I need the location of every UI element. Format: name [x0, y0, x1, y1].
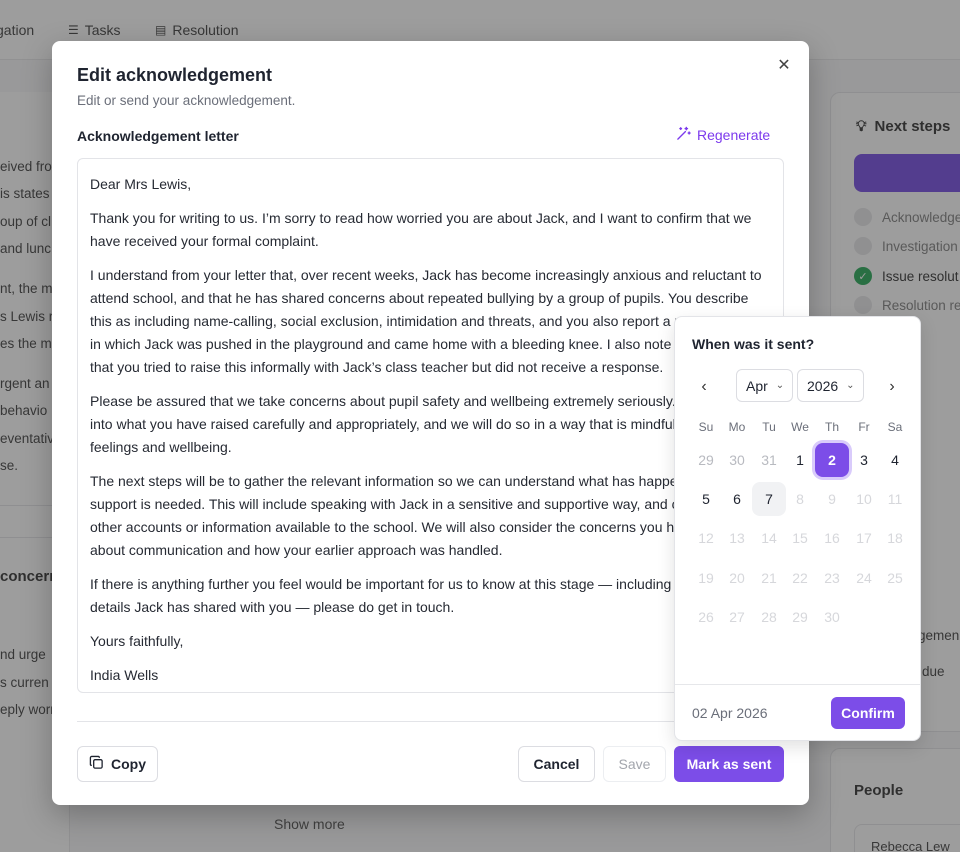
- close-button[interactable]: ✕: [774, 55, 794, 75]
- weekday-label: Su: [698, 420, 714, 434]
- letter-paragraph: India Wells: [90, 667, 159, 683]
- weekday-label: Th: [824, 420, 839, 434]
- confirm-button[interactable]: Confirm: [831, 697, 905, 729]
- divider: [675, 684, 920, 685]
- letter-paragraph: Thank you for writing to us. I’m sorry t…: [90, 210, 752, 249]
- day-cell: 26: [689, 600, 723, 634]
- day-cell[interactable]: 4: [878, 443, 912, 477]
- magic-wand-icon: [676, 126, 691, 144]
- day-cell: 16: [815, 521, 849, 555]
- selected-date-display: 02 Apr 2026: [692, 705, 768, 721]
- day-cell[interactable]: 7: [752, 482, 786, 516]
- day-cell: 17: [847, 521, 881, 555]
- day-cell: 10: [847, 482, 881, 516]
- day-cell: 29: [783, 600, 817, 634]
- dialog-subtitle: Edit or send your acknowledgement.: [77, 93, 296, 108]
- day-cell-selected[interactable]: 2: [815, 443, 849, 477]
- weekday-label: Fr: [858, 420, 870, 434]
- day-cell: 8: [783, 482, 817, 516]
- close-icon: ✕: [777, 57, 791, 74]
- day-cell: 28: [752, 600, 786, 634]
- letter-paragraph: Dear Mrs Lewis,: [90, 176, 192, 192]
- cancel-button[interactable]: Cancel: [518, 746, 595, 782]
- year-select[interactable]: 2026 ⌄: [797, 369, 864, 402]
- chevron-down-icon: ⌄: [846, 380, 855, 391]
- day-cell[interactable]: 31: [752, 443, 786, 477]
- weekday-label: Mo: [728, 420, 746, 434]
- previous-month-button[interactable]: ‹: [692, 375, 716, 399]
- weekday-label: Sa: [887, 420, 903, 434]
- day-cell: 24: [847, 561, 881, 595]
- letter-field-label: Acknowledgement letter: [77, 128, 239, 144]
- day-cell[interactable]: 5: [689, 482, 723, 516]
- day-cell[interactable]: 29: [689, 443, 723, 477]
- day-cell: 18: [878, 521, 912, 555]
- date-picker-title: When was it sent?: [692, 336, 815, 352]
- save-button[interactable]: Save: [603, 746, 666, 782]
- day-cell[interactable]: 30: [720, 443, 754, 477]
- dialog-title: Edit acknowledgement: [77, 65, 273, 85]
- day-cell: 21: [752, 561, 786, 595]
- month-select[interactable]: Apr ⌄: [736, 369, 794, 402]
- weekday-label: We: [791, 420, 809, 434]
- chevron-left-icon: ‹: [701, 378, 707, 395]
- next-month-button[interactable]: ›: [880, 375, 904, 399]
- day-cell: 15: [783, 521, 817, 555]
- copy-button[interactable]: Copy: [77, 746, 158, 782]
- letter-paragraph: If there is anything further you feel wo…: [90, 576, 743, 615]
- day-cell: 27: [720, 600, 754, 634]
- day-cell: 13: [720, 521, 754, 555]
- regenerate-button[interactable]: Regenerate: [676, 126, 770, 144]
- letter-paragraph: Please be assured that we take concerns …: [90, 393, 754, 455]
- day-cell: 20: [720, 561, 754, 595]
- day-cell: 19: [689, 561, 723, 595]
- weekday-label: Tu: [762, 420, 776, 434]
- mark-as-sent-button[interactable]: Mark as sent: [674, 746, 784, 782]
- chevron-right-icon: ›: [889, 378, 895, 395]
- day-cell[interactable]: 6: [720, 482, 754, 516]
- letter-paragraph: Yours faithfully,: [90, 633, 184, 649]
- day-cell: 25: [878, 561, 912, 595]
- letter-paragraph: The next steps will be to gather the rel…: [90, 473, 770, 558]
- chevron-down-icon: ⌄: [775, 380, 785, 391]
- day-cell[interactable]: 3: [847, 443, 881, 477]
- day-cell: 30: [815, 600, 849, 634]
- day-cell: 23: [815, 561, 849, 595]
- copy-icon: [89, 755, 104, 773]
- date-picker-popover: When was it sent? ‹ Apr ⌄ 2026 ⌄ › Su Mo T…: [674, 316, 921, 741]
- day-cell: 14: [752, 521, 786, 555]
- letter-paragraph: I understand from your letter that, over…: [90, 267, 766, 375]
- day-cell: 22: [783, 561, 817, 595]
- day-cell[interactable]: 1: [783, 443, 817, 477]
- day-cell: 11: [878, 482, 912, 516]
- day-cell: 9: [815, 482, 849, 516]
- day-cell: 12: [689, 521, 723, 555]
